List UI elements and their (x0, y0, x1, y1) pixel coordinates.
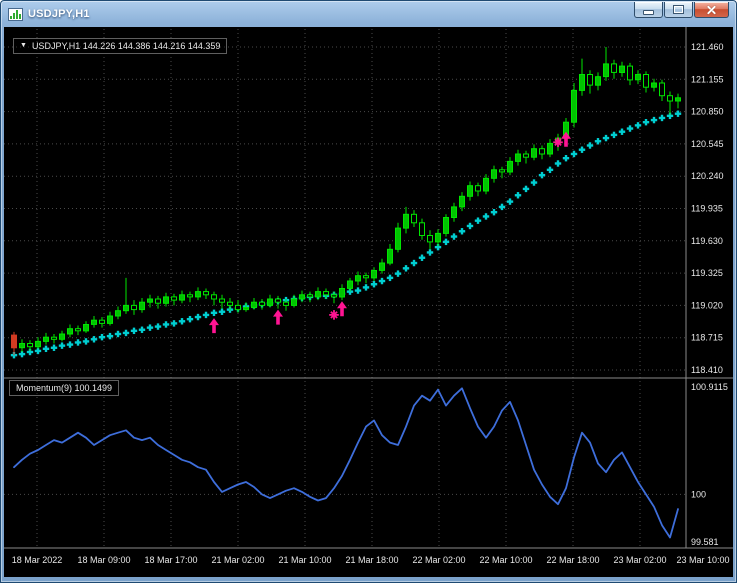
momentum-indicator-label: Momentum(9) 100.1499 (9, 380, 120, 396)
svg-text:100: 100 (691, 489, 706, 499)
svg-text:22 Mar 18:00: 22 Mar 18:00 (546, 555, 599, 565)
svg-text:18 Mar 09:00: 18 Mar 09:00 (77, 555, 130, 565)
svg-text:18 Mar 2022: 18 Mar 2022 (12, 555, 63, 565)
ohlc-text: USDJPY,H1 144.226 144.386 144.216 144.35… (31, 41, 221, 51)
svg-text:119.935: 119.935 (691, 204, 723, 214)
buy-arrow-icon (273, 309, 284, 325)
svg-text:121.155: 121.155 (691, 74, 724, 84)
caption-buttons (634, 2, 729, 18)
maximize-button[interactable] (664, 2, 693, 18)
svg-text:22 Mar 02:00: 22 Mar 02:00 (412, 555, 465, 565)
svg-text:99.581: 99.581 (691, 537, 719, 547)
svg-text:100.9115: 100.9115 (691, 382, 728, 392)
buy-arrow-icon (209, 318, 219, 334)
minimize-icon (643, 9, 654, 15)
svg-text:21 Mar 10:00: 21 Mar 10:00 (278, 555, 331, 565)
svg-text:121.460: 121.460 (691, 42, 724, 52)
svg-text:119.630: 119.630 (691, 236, 723, 246)
svg-text:118.715: 118.715 (691, 333, 723, 343)
mt4-chart-window: USDJPY,H1 121.460 121.155 120.850 120.545 12… (0, 0, 737, 583)
svg-text:23 Mar 02:00: 23 Mar 02:00 (613, 555, 666, 565)
momentum-line-layer (13, 387, 679, 539)
price-chart-canvas[interactable]: 121.460 121.155 120.850 120.545 120.240 119.9… (4, 27, 733, 577)
svg-text:120.545: 120.545 (691, 139, 724, 149)
maximize-icon (673, 5, 684, 14)
close-icon (706, 4, 717, 15)
price-scale[interactable]: 121.460 121.155 120.850 120.545 120.240 119.9… (691, 42, 724, 375)
time-scale[interactable]: 18 Mar 2022 18 Mar 09:00 18 Mar 17:00 21 Ma… (12, 555, 730, 565)
titlebar[interactable]: USDJPY,H1 (1, 1, 736, 26)
svg-text:119.020: 119.020 (691, 300, 723, 310)
buy-arrow-icon (561, 131, 571, 147)
chart-icon (8, 7, 23, 21)
momentum-scale[interactable]: 100.9115 100 99.581 (691, 382, 728, 547)
svg-text:22 Mar 10:00: 22 Mar 10:00 (479, 555, 532, 565)
svg-text:118.410: 118.410 (691, 365, 723, 375)
chart-dropdown-icon[interactable]: ▼ (20, 40, 27, 52)
svg-text:120.240: 120.240 (691, 171, 724, 181)
buy-arrow-icon (337, 301, 348, 317)
window-title: USDJPY,H1 (28, 7, 90, 20)
candles-layer (11, 47, 681, 356)
chart-area[interactable]: 121.460 121.155 120.850 120.545 120.240 119.9… (4, 27, 733, 577)
minimize-button[interactable] (634, 2, 663, 18)
svg-text:21 Mar 02:00: 21 Mar 02:00 (211, 555, 264, 565)
svg-text:18 Mar 17:00: 18 Mar 17:00 (144, 555, 197, 565)
symbol-ohlc-label[interactable]: ▼ USDJPY,H1 144.226 144.386 144.216 144.… (13, 38, 228, 54)
svg-text:120.850: 120.850 (691, 107, 724, 117)
svg-text:21 Mar 18:00: 21 Mar 18:00 (345, 555, 398, 565)
svg-text:119.325: 119.325 (691, 268, 723, 278)
close-button[interactable] (694, 2, 729, 18)
svg-text:23 Mar 10:00: 23 Mar 10:00 (676, 555, 729, 565)
